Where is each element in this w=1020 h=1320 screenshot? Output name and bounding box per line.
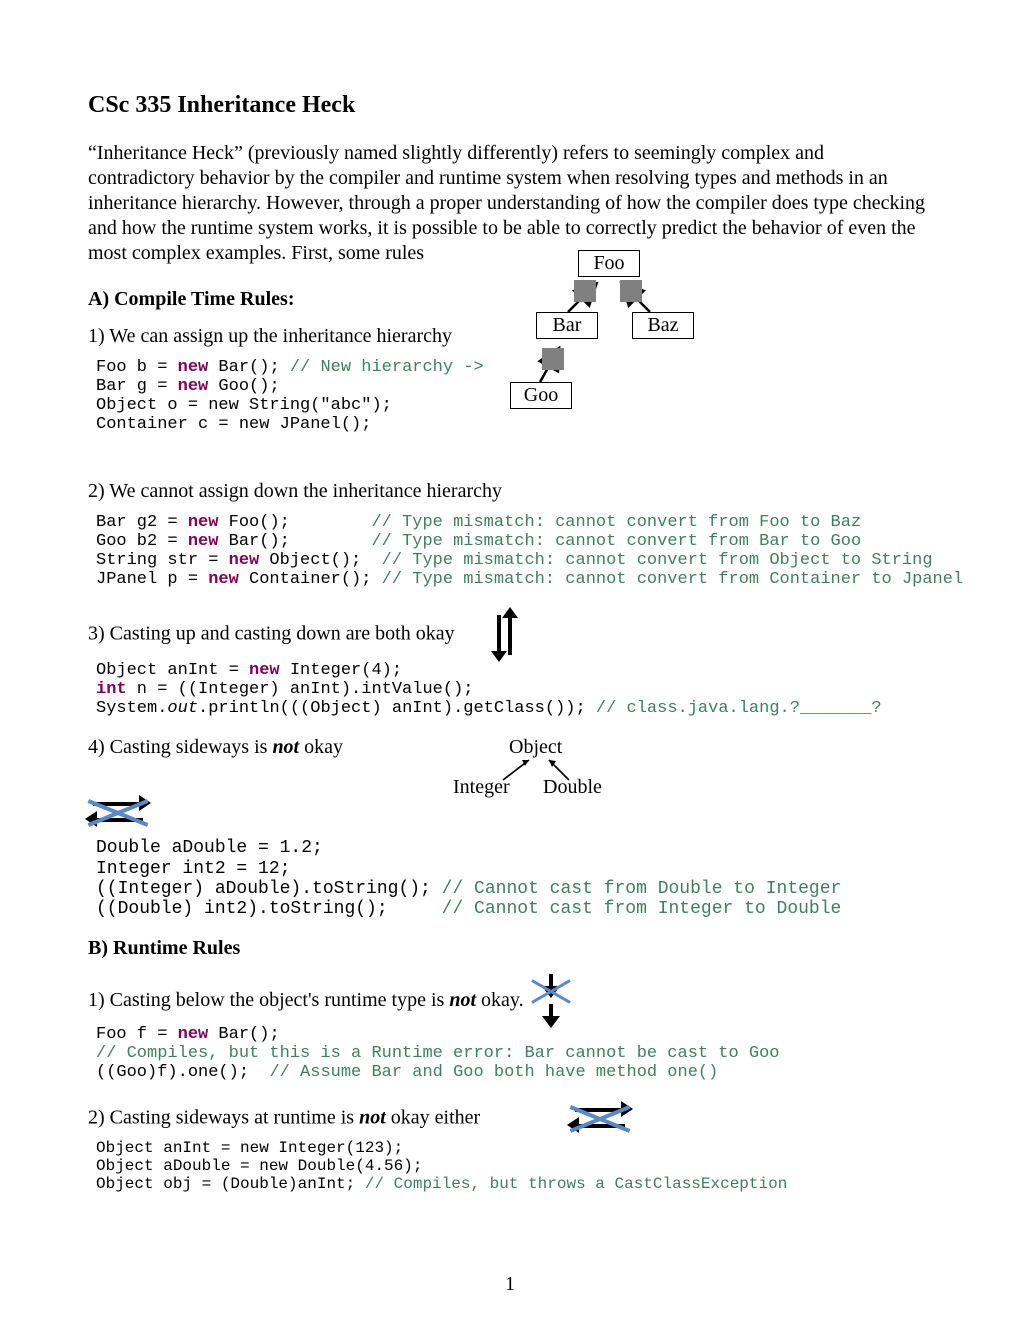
node-bar: Bar — [536, 312, 598, 339]
up-down-arrows-icon — [490, 607, 520, 663]
node-baz: Baz — [632, 312, 694, 339]
intro-paragraph: “Inheritance Heck” (previously named sli… — [88, 141, 932, 266]
code-b2: Object anInt = new Integer(123); Object … — [96, 1140, 932, 1194]
document-page: CSc 335 Inheritance Heck “Inheritance He… — [0, 0, 1020, 1320]
page-number: 1 — [0, 1273, 1020, 1296]
code-a2: Bar g2 = new Foo(); // Type mismatch: ca… — [96, 513, 932, 589]
rule-b2: 2) Casting sideways at runtime is not ok… — [88, 1100, 932, 1138]
code-a3: Object anInt = new Integer(4); int n = (… — [96, 661, 932, 718]
rule-a4: 4) Casting sideways is not okay Object I… — [88, 736, 932, 792]
rule-a3: 3) Casting up and casting down are both … — [88, 607, 932, 663]
down-arrow-x-icon — [531, 974, 571, 1029]
object-tree-diagram: Object Integer Double — [453, 736, 633, 792]
section-b-heading: B) Runtime Rules — [88, 937, 932, 960]
sideways-arrows-x-icon — [570, 1100, 630, 1138]
rule-a2: 2) We cannot assign down the inheritance… — [88, 480, 932, 503]
code-a4: Double aDouble = 1.2; Integer int2 = 12;… — [96, 838, 932, 919]
rule-b1: 1) Casting below the object's runtime ty… — [88, 974, 932, 1029]
inheritance-diagram: Foo Bar Baz Goo — [510, 250, 730, 440]
code-b1: Foo f = new Bar(); // Compiles, but this… — [96, 1025, 932, 1082]
sideways-arrows-x-icon — [88, 794, 932, 832]
node-goo: Goo — [510, 382, 572, 409]
page-title: CSc 335 Inheritance Heck — [88, 92, 932, 119]
